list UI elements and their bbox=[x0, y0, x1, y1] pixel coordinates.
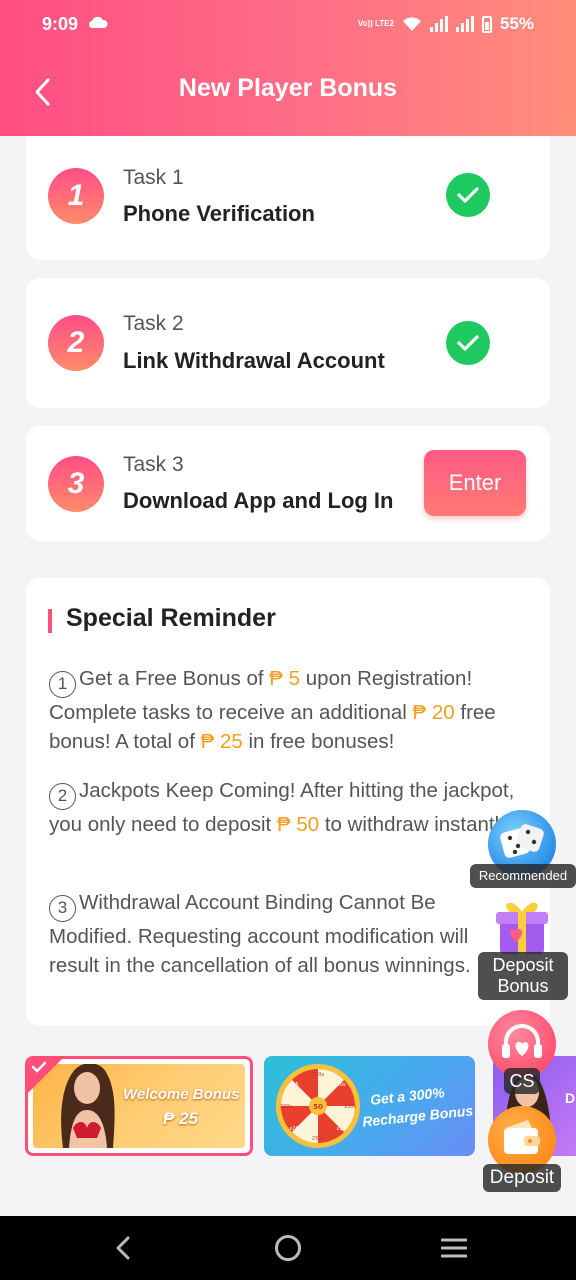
signal-icon bbox=[429, 16, 448, 32]
special-reminder-card: Special Reminder 1 Get a Free Bonus of ₱ … bbox=[26, 578, 550, 1026]
task-card-3: 3 Task 3 Download App and Log In Enter bbox=[26, 426, 550, 541]
svg-text:x20: x20 bbox=[289, 1126, 298, 1132]
prize-wheel-image: 300s 10s 150s x15 250s x20 200s x25 50 bbox=[276, 1064, 360, 1148]
nav-recents-icon[interactable] bbox=[441, 1238, 467, 1258]
task-title: Download App and Log In bbox=[123, 488, 394, 513]
check-icon bbox=[446, 173, 490, 217]
banner-title: Welcome Bonus bbox=[123, 1086, 240, 1103]
task-number-badge: 1 bbox=[48, 168, 104, 224]
task-title: Link Withdrawal Account bbox=[123, 348, 385, 373]
svg-text:50: 50 bbox=[313, 1103, 323, 1111]
task-card-1: 1 Task 1 Phone Verification bbox=[26, 136, 550, 260]
title-accent-bar bbox=[48, 609, 52, 633]
svg-text:250s: 250s bbox=[312, 1136, 325, 1142]
svg-text:150s: 150s bbox=[344, 1104, 357, 1110]
check-icon bbox=[31, 1061, 47, 1073]
svg-text:x25: x25 bbox=[289, 1082, 298, 1088]
deposit-bonus-label[interactable]: Deposit Bonus bbox=[478, 952, 568, 1000]
banner-title: Get a 300% bbox=[369, 1084, 446, 1108]
reminder-item-3: 3 Withdrawal Account Binding Cannot Be Mo… bbox=[49, 891, 471, 977]
svg-text:x15: x15 bbox=[336, 1126, 345, 1132]
page-title: New Player Bonus bbox=[178, 74, 398, 102]
task-label: Task 1 bbox=[123, 166, 184, 189]
reminder-item-2: 2 Jackpots Keep Coming! After hitting the… bbox=[49, 779, 516, 836]
amount: ₱ 50 bbox=[276, 813, 320, 836]
amount: ₱ 25 bbox=[200, 730, 243, 753]
svg-text:300s: 300s bbox=[312, 1072, 325, 1078]
task-number-badge: 2 bbox=[48, 315, 104, 371]
system-nav-bar bbox=[0, 1216, 576, 1280]
cloud-icon bbox=[88, 16, 108, 29]
task-title: Phone Verification bbox=[123, 201, 315, 226]
amount: ₱ 20 bbox=[412, 701, 455, 724]
number-circle: 2 bbox=[49, 783, 76, 810]
banner-title: D bbox=[565, 1090, 576, 1106]
deposit-label[interactable]: Deposit bbox=[483, 1164, 561, 1192]
reminder-item-1: 1 Get a Free Bonus of ₱ 5 upon Registrati… bbox=[49, 667, 496, 753]
deposit-bonus-button[interactable] bbox=[488, 892, 556, 960]
reminder-title: Special Reminder bbox=[66, 604, 276, 632]
model-image bbox=[61, 1064, 115, 1148]
svg-text:10s: 10s bbox=[337, 1082, 346, 1088]
task-card-2: 2 Task 2 Link Withdrawal Account bbox=[26, 278, 550, 408]
status-time: 9:09 bbox=[42, 14, 79, 34]
cs-label[interactable]: CS bbox=[504, 1068, 540, 1094]
welcome-bonus-banner[interactable]: Welcome Bonus ₱ 25 bbox=[25, 1056, 253, 1156]
volte-indicator: Vo)) LTE2 bbox=[357, 19, 394, 28]
number-circle: 1 bbox=[49, 671, 76, 698]
battery-icon bbox=[481, 15, 492, 33]
check-icon bbox=[446, 321, 490, 365]
signal-icon-2 bbox=[455, 16, 474, 32]
header: 9:09 Vo)) LTE2 55% New Player Bonus bbox=[0, 0, 576, 136]
enter-button[interactable]: Enter bbox=[424, 450, 526, 516]
wifi-icon bbox=[402, 17, 421, 31]
task-label: Task 2 bbox=[123, 312, 184, 335]
amount: ₱ 5 bbox=[269, 667, 301, 690]
status-bar: 9:09 Vo)) LTE2 55% bbox=[0, 0, 576, 48]
task-label: Task 3 bbox=[123, 453, 184, 476]
svg-text:200s: 200s bbox=[280, 1104, 293, 1110]
banner-amount: ₱ 25 bbox=[163, 1109, 198, 1128]
nav-back-icon[interactable] bbox=[110, 1234, 138, 1262]
number-circle: 3 bbox=[49, 895, 76, 922]
recharge-bonus-banner[interactable]: 300s 10s 150s x15 250s x20 200s x25 50 G… bbox=[264, 1056, 475, 1156]
task-number-badge: 3 bbox=[48, 456, 104, 512]
recommended-label[interactable]: Recommended bbox=[470, 864, 576, 888]
gift-box-icon bbox=[496, 902, 548, 954]
status-icons: Vo)) LTE2 55% bbox=[358, 12, 534, 36]
nav-home-icon[interactable] bbox=[275, 1235, 301, 1261]
battery-percent: 55% bbox=[499, 14, 534, 33]
